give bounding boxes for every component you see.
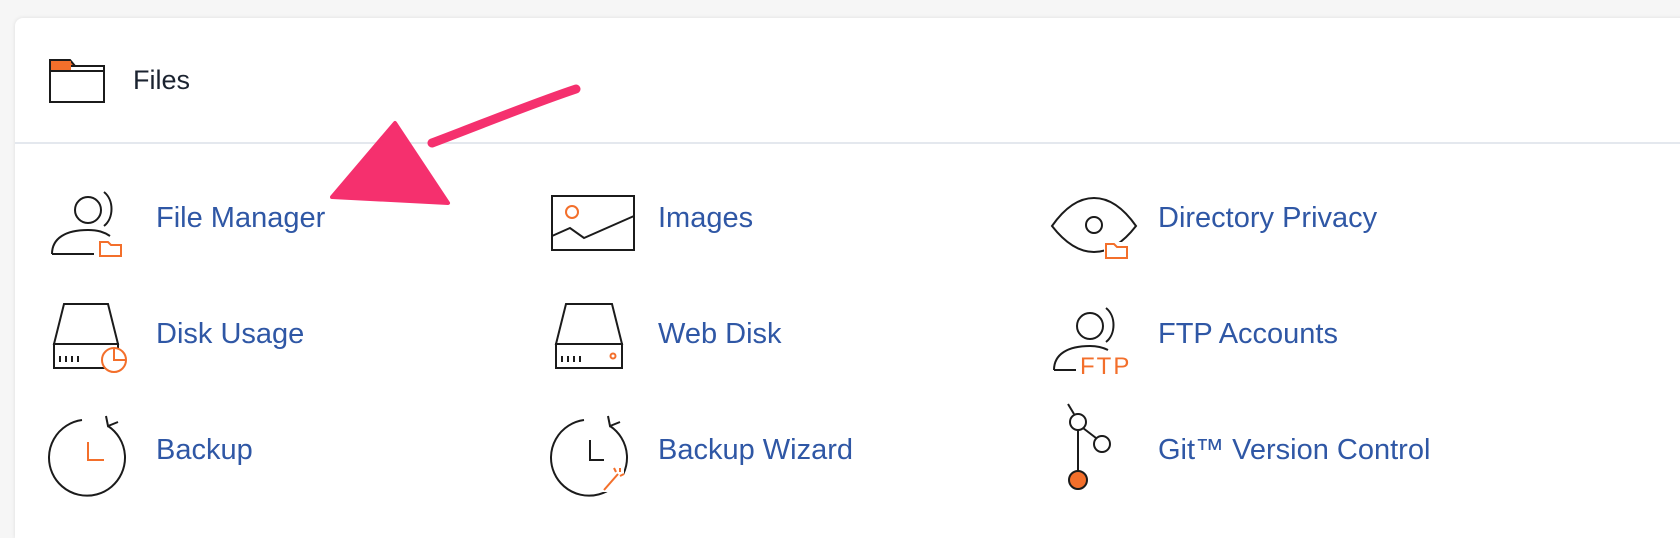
web-disk-label: Web Disk	[658, 318, 782, 350]
eye-folder-icon	[1050, 170, 1142, 266]
directory-privacy-link[interactable]: Directory Privacy	[1050, 170, 1530, 266]
image-icon	[550, 170, 642, 266]
disk-usage-label: Disk Usage	[156, 318, 305, 350]
web-disk-link[interactable]: Web Disk	[550, 286, 1030, 382]
git-version-control-link[interactable]: Git™ Version Control	[1050, 402, 1530, 498]
clock-restore-icon	[48, 402, 140, 498]
ftp-accounts-label: FTP Accounts	[1158, 318, 1338, 350]
disk-chart-icon	[48, 286, 140, 382]
backup-wizard-label: Backup Wizard	[658, 434, 854, 466]
clock-wand-icon	[550, 402, 642, 498]
backup-label: Backup	[156, 434, 253, 466]
files-panel: Files File Manager Images Directory Priv…	[15, 18, 1680, 538]
disk-usage-link[interactable]: Disk Usage	[48, 286, 528, 382]
git-branch-icon	[1050, 402, 1142, 498]
ftp-accounts-link[interactable]: FTP FTP Accounts	[1050, 286, 1530, 382]
git-version-control-label: Git™ Version Control	[1158, 434, 1431, 466]
file-manager-label: File Manager	[156, 202, 326, 234]
user-folder-icon	[48, 170, 140, 266]
panel-header[interactable]: Files	[15, 18, 1680, 144]
backup-link[interactable]: Backup	[48, 402, 528, 498]
folder-icon	[48, 58, 108, 106]
images-link[interactable]: Images	[550, 170, 1030, 266]
directory-privacy-label: Directory Privacy	[1158, 202, 1378, 234]
section-title: Files	[133, 65, 191, 95]
hard-drive-icon	[550, 286, 642, 382]
backup-wizard-link[interactable]: Backup Wizard	[550, 402, 1030, 498]
file-manager-link[interactable]: File Manager	[48, 170, 528, 266]
ftp-badge-text: FTP	[1080, 353, 1131, 380]
user-ftp-icon: FTP	[1050, 286, 1142, 382]
images-label: Images	[658, 202, 754, 234]
